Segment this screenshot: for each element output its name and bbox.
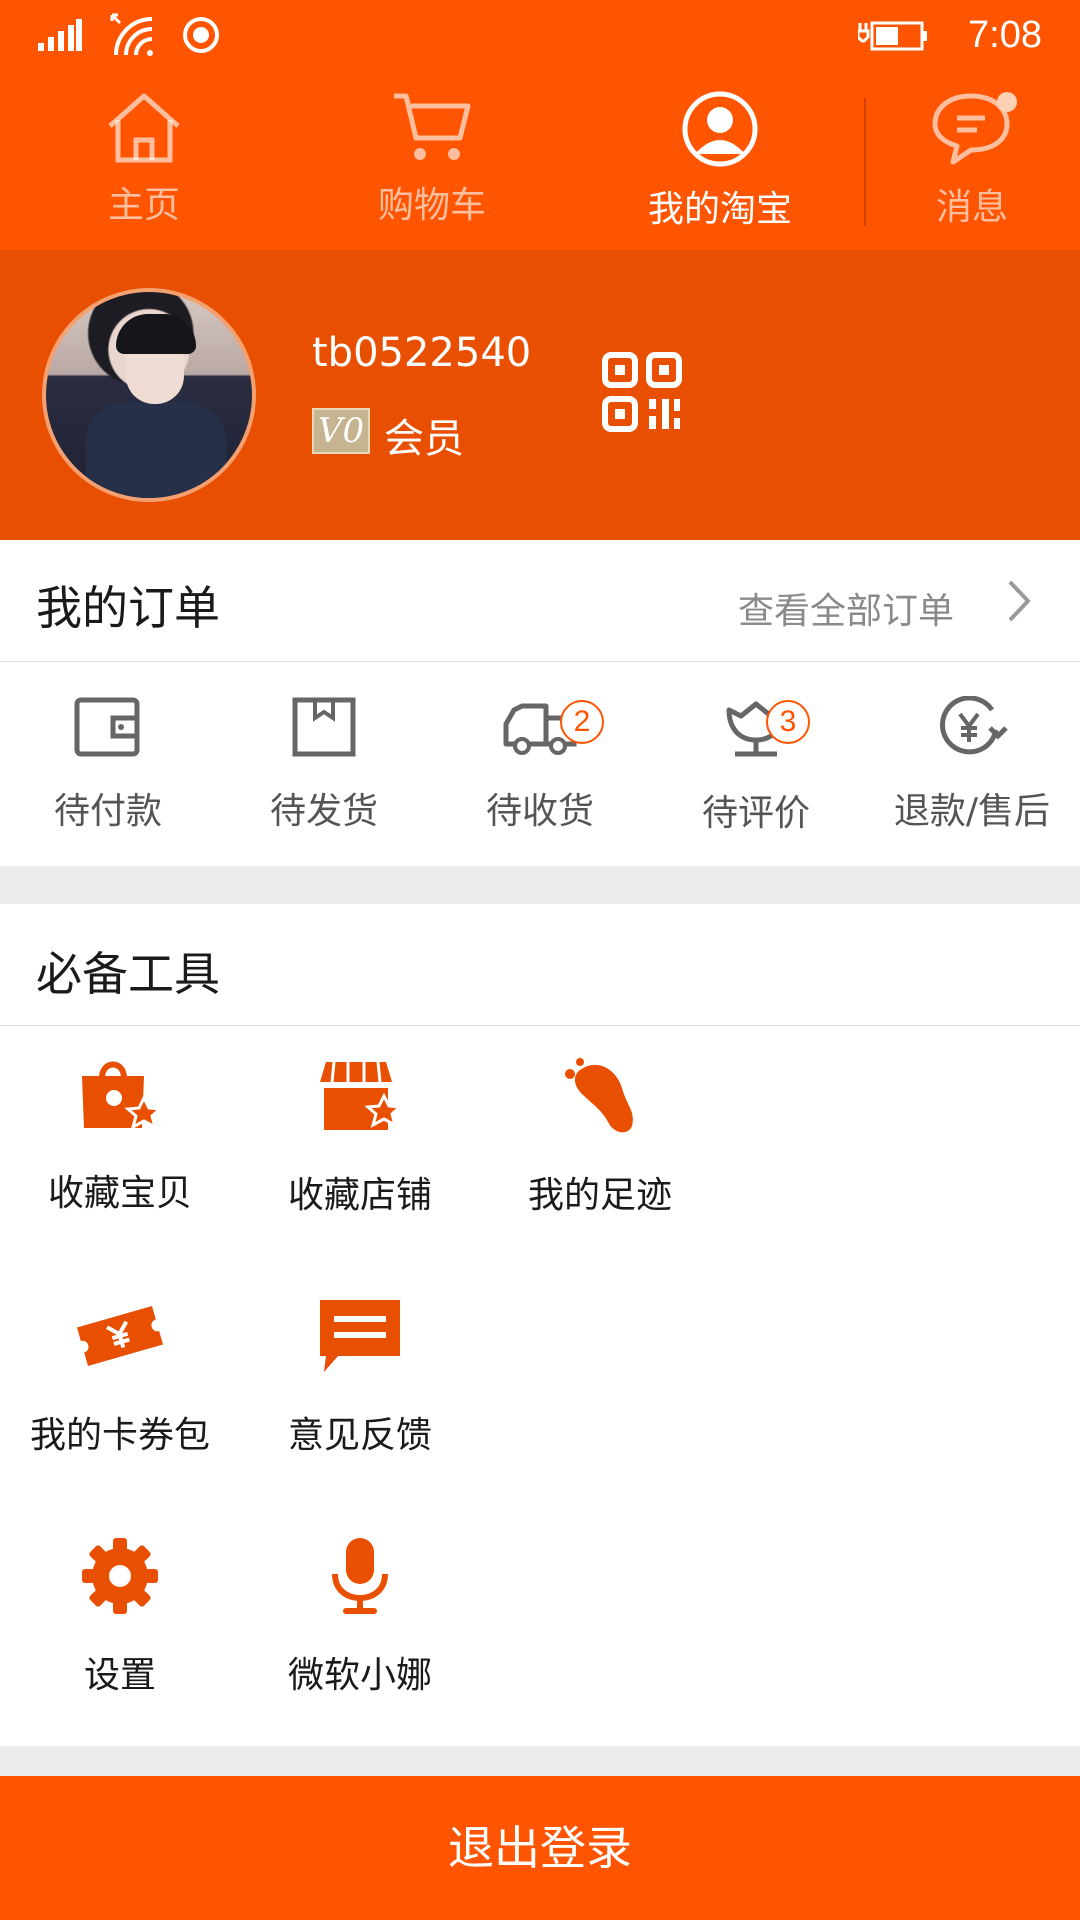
wallet-icon (74, 697, 140, 757)
tool-settings-label: 设置 (83, 1655, 156, 1696)
gear-icon (82, 1538, 158, 1614)
section-divider (0, 866, 1080, 904)
bottom-divider (0, 1746, 1080, 1776)
location-icon (183, 17, 219, 53)
message-icon (932, 92, 1017, 165)
member-label[interactable]: 会员 (384, 406, 464, 464)
order-pending-receipt-label: 待收货 (485, 791, 594, 832)
tool-footprint[interactable]: 我的足迹 (480, 1056, 720, 1218)
tool-coupons[interactable]: 我的卡券包 (0, 1296, 240, 1458)
coupon-icon (76, 1306, 164, 1366)
cart-icon (394, 93, 471, 160)
favorite-shop-icon (320, 1061, 404, 1130)
orders-title: 我的订单 (36, 581, 220, 635)
orders-header: 我的订单 查看全部订单 (0, 540, 1080, 662)
status-bar: 7:08 (0, 0, 1080, 70)
order-pending-shipment-label: 待发货 (269, 791, 378, 832)
order-pending-payment-label: 待付款 (53, 791, 162, 832)
tool-cortana-label: 微软小娜 (287, 1655, 432, 1696)
tool-settings[interactable]: 设置 (0, 1536, 240, 1698)
order-refund[interactable]: 退款/售后 (864, 696, 1080, 834)
battery-icon (858, 21, 928, 51)
microphone-icon (332, 1538, 388, 1614)
tool-favorite-shops-label: 收藏店铺 (287, 1175, 432, 1216)
logout-label: 退出登录 (448, 1822, 632, 1874)
logout-button[interactable]: 退出登录 (0, 1776, 1080, 1920)
nav-messages[interactable]: 消息 (872, 90, 1072, 230)
order-pending-review-badge: 3 (766, 700, 810, 744)
vip-badge: V0 (312, 408, 370, 454)
tool-favorite-shops[interactable]: 收藏店铺 (240, 1056, 480, 1218)
wifi-icon (110, 13, 153, 56)
tools-grid: 收藏宝贝 收藏店铺 我的足迹 我的卡券包 意见反馈 设置 微软小娜 (0, 1026, 1080, 1746)
nav-home[interactable]: 主页 (44, 90, 244, 230)
order-pending-receipt[interactable]: 待收货 2 (432, 696, 648, 834)
nav-cart[interactable]: 购物车 (332, 90, 532, 230)
nav-my-taobao[interactable]: 我的淘宝 (620, 90, 820, 230)
nav-messages-label: 消息 (935, 187, 1008, 228)
avatar[interactable] (42, 288, 256, 502)
tool-favorite-items[interactable]: 收藏宝贝 (0, 1056, 240, 1216)
user-icon (682, 91, 758, 167)
view-all-orders-link[interactable]: 查看全部订单 (738, 582, 954, 634)
chevron-right-icon[interactable] (1004, 576, 1034, 626)
order-status-row: 待付款 待发货 待收货 2 待评价 3 退款/售后 (0, 662, 1080, 866)
tool-feedback[interactable]: 意见反馈 (240, 1296, 480, 1458)
profile-header: tb0522540 V0 会员 (0, 250, 1080, 540)
nav-my-taobao-label: 我的淘宝 (647, 189, 792, 230)
nav-cart-label: 购物车 (377, 185, 486, 226)
order-pending-shipment[interactable]: 待发货 (216, 696, 432, 834)
footprint-icon (565, 1058, 633, 1133)
package-icon (292, 697, 356, 757)
order-pending-review[interactable]: 待评价 3 (648, 696, 864, 836)
feedback-icon (320, 1300, 400, 1372)
status-time: 7:08 (968, 13, 1042, 56)
refund-icon (940, 696, 1008, 755)
tool-cortana[interactable]: 微软小娜 (240, 1536, 480, 1698)
signal-icon (38, 19, 82, 51)
tool-coupons-label: 我的卡券包 (29, 1415, 210, 1456)
tools-title: 必备工具 (36, 947, 220, 1001)
nav-divider (864, 98, 866, 226)
username: tb0522540 (312, 330, 532, 376)
order-pending-payment[interactable]: 待付款 (0, 696, 216, 834)
top-nav: 主页 购物车 我的淘宝 消息 (0, 70, 1080, 250)
tool-favorite-items-label: 收藏宝贝 (47, 1173, 192, 1214)
qr-code-icon[interactable] (602, 352, 682, 432)
tool-footprint-label: 我的足迹 (527, 1175, 672, 1216)
home-icon (108, 93, 180, 163)
nav-home-label: 主页 (107, 185, 180, 226)
order-refund-label: 退款/售后 (893, 791, 1051, 832)
favorite-bag-icon (82, 1061, 164, 1131)
tool-feedback-label: 意见反馈 (287, 1415, 432, 1456)
order-pending-receipt-badge: 2 (560, 700, 604, 744)
order-pending-review-label: 待评价 (701, 793, 810, 834)
tools-header: 必备工具 (0, 904, 1080, 1026)
